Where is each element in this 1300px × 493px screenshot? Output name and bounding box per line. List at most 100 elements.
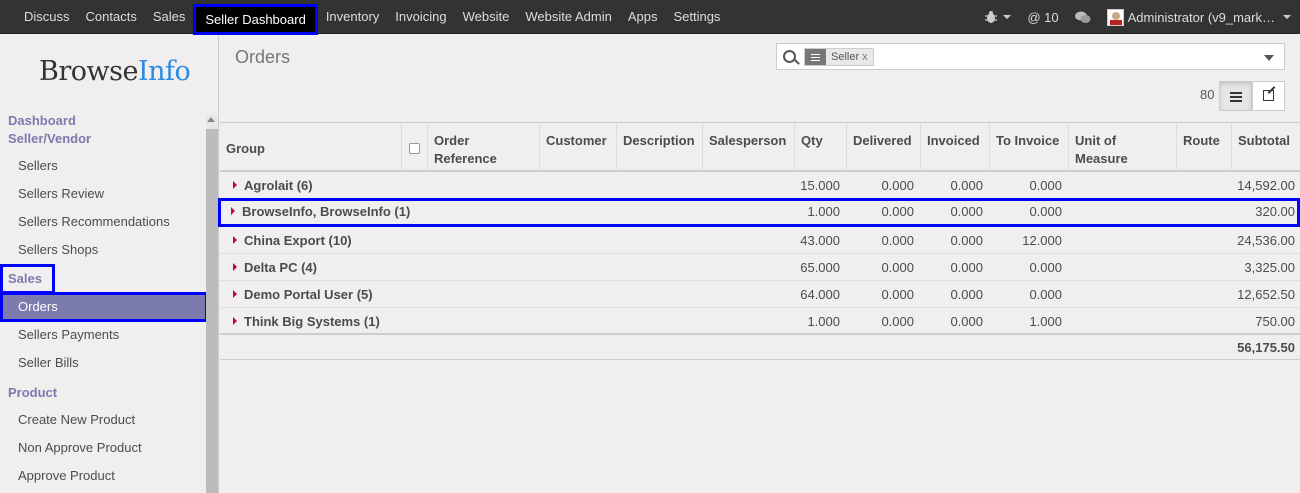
cell-qty: 43.000 <box>800 233 840 248</box>
column-header-unit-of-measure[interactable]: Unit of Measure <box>1069 123 1177 171</box>
company-logo: BrowseInfo <box>39 56 191 87</box>
debug-menu[interactable] <box>984 10 1012 24</box>
group-row[interactable]: Demo Portal User (5) 64.000 0.000 0.000 … <box>220 281 1300 308</box>
expand-caret-icon <box>231 207 235 215</box>
group-row-highlighted[interactable]: BrowseInfo, BrowseInfo (1) 1.000 0.000 0… <box>218 198 1300 227</box>
sidebar-item-approve-product[interactable]: Approve Product <box>18 468 115 483</box>
menu-contacts[interactable]: Contacts <box>78 0 145 34</box>
menu-sales[interactable]: Sales <box>145 0 194 34</box>
group-name: BrowseInfo, BrowseInfo (1) <box>242 204 411 219</box>
column-header-qty[interactable]: Qty <box>795 123 847 171</box>
cell-invoiced: 0.000 <box>950 260 983 275</box>
cell-invoiced: 0.000 <box>950 204 983 219</box>
column-header-to-invoice[interactable]: To Invoice <box>990 123 1069 171</box>
sidebar-item-sellers-recommendations[interactable]: Sellers Recommendations <box>18 214 170 229</box>
group-name: Think Big Systems (1) <box>244 314 380 329</box>
scroll-up-arrow-icon[interactable] <box>207 117 215 122</box>
cell-to-invoice: 0.000 <box>1029 287 1062 302</box>
cell-subtotal: 14,592.00 <box>1237 178 1295 193</box>
cell-invoiced: 0.000 <box>950 314 983 329</box>
facet-remove-icon[interactable]: x <box>862 51 868 63</box>
cell-delivered: 0.000 <box>881 287 914 302</box>
avatar <box>1106 8 1124 26</box>
menu-settings[interactable]: Settings <box>665 0 728 34</box>
cell-to-invoice: 0.000 <box>1029 178 1062 193</box>
table-footer-totals: 56,175.50 <box>220 334 1300 360</box>
user-menu[interactable]: Administrator (v9_mark… <box>1106 8 1291 26</box>
column-header-subtotal[interactable]: Subtotal <box>1232 123 1300 171</box>
cell-subtotal: 12,652.50 <box>1237 287 1295 302</box>
sidebar-item-sellers-payments[interactable]: Sellers Payments <box>18 327 119 342</box>
cell-qty: 1.000 <box>807 314 840 329</box>
group-by-icon <box>805 49 826 65</box>
column-header-customer[interactable]: Customer <box>540 123 617 171</box>
search-facet-seller[interactable]: Seller x <box>804 48 874 66</box>
expand-caret-icon <box>233 181 237 189</box>
expand-caret-icon <box>233 290 237 298</box>
search-input[interactable]: Seller x <box>776 43 1285 70</box>
menu-website-admin[interactable]: Website Admin <box>517 0 619 34</box>
cell-delivered: 0.000 <box>881 260 914 275</box>
chat-button[interactable] <box>1074 11 1091 24</box>
cell-to-invoice: 0.000 <box>1029 204 1062 219</box>
sidebar-item-sellers-review[interactable]: Sellers Review <box>18 186 104 201</box>
column-header-route[interactable]: Route <box>1177 123 1232 171</box>
cell-delivered: 0.000 <box>881 204 914 219</box>
column-header-group[interactable]: Group <box>220 123 402 171</box>
cell-invoiced: 0.000 <box>950 287 983 302</box>
group-row[interactable]: Delta PC (4) 65.000 0.000 0.000 0.000 3,… <box>220 254 1300 281</box>
sidebar-item-non-approve-product[interactable]: Non Approve Product <box>18 440 142 455</box>
menu-seller-dashboard[interactable]: Seller Dashboard <box>193 4 318 35</box>
cell-qty: 15.000 <box>800 178 840 193</box>
group-name: Demo Portal User (5) <box>244 287 373 302</box>
cell-qty: 64.000 <box>800 287 840 302</box>
main-content: Orders Seller x 80 Group Order Reference … <box>218 35 1300 493</box>
cell-subtotal: 320.00 <box>1255 204 1295 219</box>
sidebar-item-orders[interactable]: Orders <box>0 292 208 322</box>
expand-caret-icon <box>233 263 237 271</box>
group-row[interactable]: Agrolait (6) 15.000 0.000 0.000 0.000 14… <box>220 172 1300 199</box>
cell-invoiced: 0.000 <box>950 233 983 248</box>
column-header-invoiced[interactable]: Invoiced <box>921 123 990 171</box>
column-header-description[interactable]: Description <box>617 123 703 171</box>
sidebar-item-create-new-product[interactable]: Create New Product <box>18 412 135 427</box>
user-name: Administrator (v9_mark… <box>1127 9 1275 25</box>
column-header-delivered[interactable]: Delivered <box>847 123 921 171</box>
select-all-checkbox[interactable] <box>409 143 420 154</box>
chevron-down-icon <box>1003 15 1012 19</box>
sidebar-scrollbar-thumb[interactable] <box>206 129 218 493</box>
menu-website[interactable]: Website <box>455 0 518 34</box>
column-header-order-reference[interactable]: Order Reference <box>428 123 540 171</box>
cell-delivered: 0.000 <box>881 233 914 248</box>
column-header-salesperson[interactable]: Salesperson <box>703 123 795 171</box>
sidebar-item-sellers-shops[interactable]: Sellers Shops <box>18 242 98 257</box>
menu-inventory[interactable]: Inventory <box>318 0 387 34</box>
cell-subtotal: 750.00 <box>1255 314 1295 329</box>
bug-icon <box>985 11 998 23</box>
cell-subtotal: 3,325.00 <box>1244 260 1295 275</box>
search-icon[interactable] <box>783 50 796 63</box>
menu-invoicing[interactable]: Invoicing <box>387 0 454 34</box>
edit-icon <box>1263 90 1274 101</box>
list-view-button[interactable] <box>1219 81 1252 111</box>
messages-counter[interactable]: @ 10 <box>1027 10 1058 25</box>
group-row[interactable]: Think Big Systems (1) 1.000 0.000 0.000 … <box>220 308 1300 335</box>
sidebar-section-dashboard: Dashboard Seller/Vendor <box>8 113 92 146</box>
app-menu: Discuss Contacts Sales Seller Dashboard … <box>16 0 728 35</box>
chevron-down-icon <box>1283 15 1291 19</box>
top-menu-bar: Discuss Contacts Sales Seller Dashboard … <box>0 0 1300 35</box>
group-row[interactable]: China Export (10) 43.000 0.000 0.000 12.… <box>220 227 1300 254</box>
sidebar-section-product: Product <box>8 385 58 400</box>
menu-discuss[interactable]: Discuss <box>16 0 78 34</box>
logo-browse-text: Browse <box>39 56 138 87</box>
sidebar-item-seller-bills[interactable]: Seller Bills <box>18 355 79 370</box>
search-options-dropdown-icon[interactable] <box>1264 55 1274 61</box>
cell-delivered: 0.000 <box>881 314 914 329</box>
cell-to-invoice: 12.000 <box>1022 233 1062 248</box>
form-view-button[interactable] <box>1252 81 1285 111</box>
menu-apps[interactable]: Apps <box>620 0 666 34</box>
sidebar-item-sellers[interactable]: Sellers <box>18 158 58 173</box>
logo-info-text: Info <box>137 56 191 87</box>
sidebar-section-sales: Sales <box>0 264 55 294</box>
chat-icon <box>1074 11 1091 23</box>
